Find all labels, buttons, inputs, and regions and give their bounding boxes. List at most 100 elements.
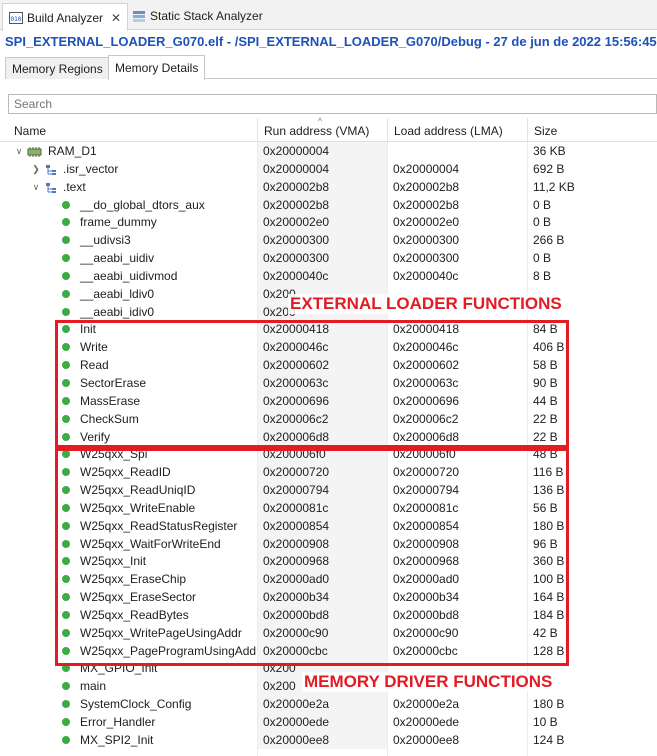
column-divider[interactable] bbox=[257, 118, 258, 142]
search-input[interactable] bbox=[8, 94, 657, 114]
run-address-cell: 0x20000ede bbox=[258, 713, 388, 731]
table-row[interactable]: W25qxx_Spi 0x200006f0 0x200006f0 48 B bbox=[0, 445, 657, 464]
chevron-down-icon[interactable]: ∨ bbox=[14, 142, 24, 160]
row-name: W25qxx_Spi bbox=[80, 447, 148, 462]
load-address-cell: 0x20000e2a bbox=[393, 697, 460, 712]
run-address-cell: 0x20000e2a bbox=[258, 695, 388, 713]
symbol-dot-icon bbox=[62, 289, 70, 298]
tab-label: Build Analyzer bbox=[27, 10, 104, 25]
row-name: CheckSum bbox=[80, 411, 139, 426]
size-cell: 48 B bbox=[533, 447, 558, 462]
chevron-right-icon[interactable]: ❯ bbox=[31, 160, 41, 178]
svg-text:010: 010 bbox=[11, 16, 22, 23]
name-cell: ❯ .isr_vector bbox=[0, 160, 256, 178]
table-row[interactable]: SystemClock_Config 0x20000e2a 0x20000e2a 18… bbox=[0, 695, 657, 713]
table-row[interactable]: Verify 0x200006d8 0x200006d8 22 B bbox=[0, 427, 657, 446]
size-cell: 360 B bbox=[533, 554, 565, 569]
tab-build-analyzer[interactable]: 010 Build Analyzer ✕ bbox=[2, 3, 129, 31]
table-row[interactable]: W25qxx_Init 0x20000968 0x20000968 360 B bbox=[0, 552, 657, 571]
table-row[interactable]: Read 0x20000602 0x20000602 58 B bbox=[0, 356, 657, 374]
size-cell: 84 B bbox=[533, 322, 558, 337]
table-row[interactable]: Init 0x20000418 0x20000418 84 B bbox=[0, 320, 657, 339]
name-cell: W25qxx_PageProgramUsingAddr bbox=[0, 642, 256, 660]
run-address-cell: 0x20000794 bbox=[258, 481, 388, 499]
table-row[interactable]: frame_dummy 0x200002e0 0x200002e0 0 B bbox=[0, 213, 657, 232]
chevron-down-icon[interactable]: ∨ bbox=[31, 178, 41, 196]
table-row[interactable]: W25qxx_WritePageUsingAddr 0x20000c90 0x200… bbox=[0, 623, 657, 642]
run-address-cell: 0x20000300 bbox=[258, 231, 388, 250]
name-cell: W25qxx_ReadID bbox=[0, 463, 256, 481]
column-header-name[interactable]: Name bbox=[14, 118, 46, 142]
table-row[interactable]: MassErase 0x20000696 0x20000696 44 B bbox=[0, 391, 657, 410]
run-address-cell: 0x20000602 bbox=[258, 356, 388, 374]
row-name: W25qxx_WriteEnable bbox=[80, 500, 196, 515]
table-row[interactable]: W25qxx_WaitForWriteEnd 0x20000908 0x200009… bbox=[0, 534, 657, 553]
tab-memory-details[interactable]: Memory Details bbox=[108, 55, 206, 80]
symbol-dot-icon bbox=[62, 271, 70, 280]
tree-rows: ∨ RAM_D1 0x20000004 36 KB ❯ .isr_vector 0x2000… bbox=[0, 142, 657, 749]
table-row[interactable]: __udivsi3 0x20000300 0x20000300 266 B bbox=[0, 231, 657, 250]
table-row[interactable]: Error_Handler 0x20000ede 0x20000ede 10 B bbox=[0, 713, 657, 731]
column-divider[interactable] bbox=[387, 118, 388, 142]
row-name: W25qxx_Init bbox=[80, 554, 147, 569]
column-divider[interactable] bbox=[527, 118, 528, 142]
table-row[interactable]: W25qxx_PageProgramUsingAddr 0x20000cbc 0x2… bbox=[0, 641, 657, 660]
symbol-dot-icon bbox=[62, 521, 70, 530]
load-address-cell: 0x2000081c bbox=[393, 500, 459, 515]
load-address-cell: 0x20000bd8 bbox=[393, 607, 460, 622]
row-name: W25qxx_ReadID bbox=[80, 465, 171, 480]
run-address-cell: 0x200006f0 bbox=[258, 445, 388, 464]
table-row[interactable]: __aeabi_uidivmod 0x2000040c 0x2000040c 8 B bbox=[0, 266, 657, 285]
table-row[interactable]: W25qxx_EraseChip 0x20000ad0 0x20000ad0 100 … bbox=[0, 570, 657, 589]
table-row[interactable]: MX_SPI2_Init 0x20000ee8 0x20000ee8 124 B bbox=[0, 730, 657, 749]
load-address-cell: 0x20000908 bbox=[393, 536, 460, 551]
close-icon[interactable]: ✕ bbox=[111, 11, 121, 25]
symbol-dot-icon bbox=[62, 735, 70, 744]
table-row[interactable]: ∨ RAM_D1 0x20000004 36 KB bbox=[0, 142, 657, 160]
table-row[interactable]: W25qxx_ReadID 0x20000720 0x20000720 116 B bbox=[0, 463, 657, 482]
table-row[interactable]: W25qxx_ReadBytes 0x20000bd8 0x20000bd8 184 … bbox=[0, 605, 657, 624]
table-row[interactable]: ❯ .isr_vector 0x20000004 0x20000004 692 B bbox=[0, 159, 657, 178]
run-address-cell: 0x20000004 bbox=[258, 159, 388, 178]
run-address-cell: 0x200002e0 bbox=[258, 213, 388, 232]
name-cell: CheckSum bbox=[0, 410, 256, 428]
load-address-cell: 0x200006f0 bbox=[393, 447, 456, 462]
name-cell: Error_Handler bbox=[0, 713, 256, 731]
column-header-load-address[interactable]: Load address (LMA) bbox=[394, 118, 503, 142]
tab-static-stack-analyzer[interactable]: Static Stack Analyzer bbox=[126, 3, 269, 29]
symbol-dot-icon bbox=[62, 396, 70, 405]
column-header-run-address[interactable]: Run address (VMA) bbox=[264, 118, 369, 142]
run-address-cell: 0x20000c90 bbox=[258, 623, 388, 642]
table-row[interactable]: W25qxx_EraseSector 0x20000b34 0x20000b34 16… bbox=[0, 588, 657, 606]
size-cell: 36 KB bbox=[533, 144, 566, 158]
size-cell: 22 B bbox=[533, 429, 558, 444]
column-header-row: Name ^ Run address (VMA) Load address (L… bbox=[0, 116, 657, 142]
symbol-dot-icon bbox=[62, 700, 70, 709]
load-address-cell: 0x20000ede bbox=[393, 715, 460, 729]
tab-memory-regions[interactable]: Memory Regions bbox=[5, 57, 110, 79]
symbol-dot-icon bbox=[62, 307, 70, 316]
table-row[interactable]: ∨ .text 0x200002b8 0x200002b8 11,2 KB bbox=[0, 177, 657, 196]
symbol-dot-icon bbox=[62, 718, 70, 726]
table-row[interactable]: W25qxx_ReadUniqID 0x20000794 0x20000794 136… bbox=[0, 481, 657, 499]
name-cell: W25qxx_EraseSector bbox=[0, 588, 256, 606]
run-address-cell: 0x20000968 bbox=[258, 552, 388, 571]
row-name: Read bbox=[80, 358, 109, 373]
table-row[interactable]: CheckSum 0x200006c2 0x200006c2 22 B bbox=[0, 409, 657, 428]
load-address-cell: 0x20000968 bbox=[393, 554, 460, 569]
run-address-cell: 0x200002b8 bbox=[258, 177, 388, 196]
page-title: SPI_EXTERNAL_LOADER_G070.elf - /SPI_EXTE… bbox=[5, 34, 657, 49]
table-row[interactable]: __do_global_dtors_aux 0x200002b8 0x200002b… bbox=[0, 195, 657, 214]
table-row[interactable]: SectorErase 0x2000063c 0x2000063c 90 B bbox=[0, 373, 657, 392]
run-address-cell: 0x2000040c bbox=[258, 266, 388, 285]
size-cell: 184 B bbox=[533, 607, 565, 622]
table-row[interactable]: Write 0x2000046c 0x2000046c 406 B bbox=[0, 338, 657, 357]
row-name: .text bbox=[63, 179, 86, 194]
table-row[interactable]: __aeabi_uidiv 0x20000300 0x20000300 0 B bbox=[0, 249, 657, 267]
load-address-cell: 0x200002b8 bbox=[393, 179, 460, 194]
column-grid-line bbox=[257, 142, 258, 756]
column-header-size[interactable]: Size bbox=[534, 118, 557, 142]
table-row[interactable]: W25qxx_WriteEnable 0x2000081c 0x2000081c 56… bbox=[0, 498, 657, 517]
tab-label: Memory Details bbox=[115, 61, 199, 75]
table-row[interactable]: W25qxx_ReadStatusRegister 0x20000854 0x200… bbox=[0, 516, 657, 535]
